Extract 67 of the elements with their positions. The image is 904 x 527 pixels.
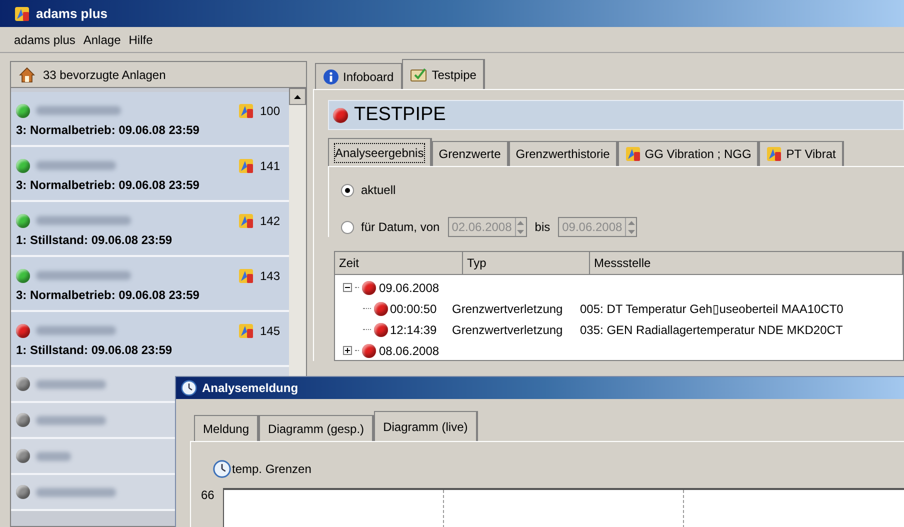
- tab[interactable]: Analyseergebnis: [328, 138, 432, 166]
- home-icon: [19, 66, 35, 82]
- expand-icon[interactable]: [343, 346, 352, 355]
- table-cell-text: 035: GEN Radiallagertemperatur NDE MKD20CT: [580, 322, 843, 338]
- app-icon: [624, 146, 641, 162]
- column-header[interactable]: Messstelle: [590, 252, 903, 275]
- menu-item[interactable]: Anlage: [83, 30, 121, 48]
- board-icon: [410, 66, 428, 82]
- column-header[interactable]: Zeit: [335, 252, 463, 275]
- table-cell-text: 12:14:39: [390, 322, 438, 338]
- plant-item[interactable]: 142 1: Stillstand: 09.06.08 23:59: [11, 202, 289, 257]
- tab[interactable]: GG Vibration ; NGG: [618, 141, 760, 166]
- app-icon: [238, 158, 254, 174]
- plant-status: 3: Normalbetrieb: 09.06.08 23:59: [16, 176, 200, 192]
- plant-count: 141: [260, 158, 282, 174]
- table-cell-text: 00:00:50: [390, 300, 438, 318]
- tab[interactable]: Meldung: [194, 415, 260, 441]
- temp-limits-toggle[interactable]: temp. Grenzen: [213, 460, 904, 478]
- app-icon: [238, 268, 254, 284]
- tree-row[interactable]: 12:14:39 Grenzwertverletzung 035: GEN Radiallagertemperatur NDE MKD20CT: [343, 319, 903, 340]
- plant-status: 1: Stillstand: 09.06.08 23:59: [16, 342, 174, 358]
- app-icon: [238, 102, 254, 118]
- app-icon: [14, 6, 30, 22]
- plant-item[interactable]: 143 3: Normalbetrieb: 09.06.08 23:59: [11, 257, 289, 312]
- collapse-icon[interactable]: [343, 283, 352, 292]
- column-header[interactable]: Typ: [463, 252, 590, 275]
- tree-row[interactable]: 00:00:50 Grenzwertverletzung 005: DT Temperatur Geh▯useoberteil MAA10CT0: [343, 298, 903, 319]
- app-icon: [766, 146, 782, 162]
- plant-status: 1: Stillstand: 09.06.08 23:59: [16, 232, 174, 248]
- tab[interactable]: Grenzwerthistorie: [508, 141, 618, 166]
- table-cell-text: Grenzwertverletzung: [452, 300, 564, 318]
- menu-item[interactable]: Hilfe: [128, 30, 153, 48]
- app-icon: [238, 322, 254, 338]
- tab[interactable]: Testpipe: [402, 59, 486, 89]
- clock-icon: [213, 460, 231, 478]
- plant-count: 145: [260, 322, 282, 340]
- scroll-up-button[interactable]: [289, 88, 306, 105]
- plant-status: 3: Normalbetrieb: 09.06.08 23:59: [16, 286, 200, 302]
- app-icon: [238, 212, 254, 228]
- blurred-name: [36, 416, 106, 424]
- window-title: adams plus: [36, 4, 108, 23]
- plant-title: TESTPIPE: [354, 102, 446, 127]
- tree-date[interactable]: 08.06.2008: [379, 342, 440, 360]
- up-arrow-icon: [294, 94, 301, 98]
- table-cell-text: Grenzwertverletzung: [452, 322, 564, 338]
- clock-icon: [181, 380, 197, 396]
- tab[interactable]: PT Vibrat: [759, 141, 844, 166]
- plant-count: 100: [260, 102, 282, 120]
- menu-item[interactable]: adams plus: [14, 30, 76, 48]
- plant-count: 142: [260, 212, 282, 230]
- y-axis-tick: 66: [201, 488, 216, 504]
- plant-item[interactable]: 100 3: Normalbetrieb: 09.06.08 23:59: [11, 92, 289, 147]
- blurred-name: [36, 380, 106, 388]
- plant-count: 143: [260, 268, 282, 284]
- dialog-title: Analysemeldung: [202, 380, 298, 397]
- plant-status: 3: Normalbetrieb: 09.06.08 23:59: [16, 122, 200, 138]
- blurred-name: [36, 452, 71, 460]
- tab[interactable]: Diagramm (gesp.): [259, 415, 374, 441]
- table-cell-text: 005: DT Temperatur Geh▯useoberteil MAA10CT0: [580, 300, 844, 318]
- tab[interactable]: Infoboard: [315, 63, 402, 89]
- tab[interactable]: Diagramm (live): [374, 411, 478, 441]
- info-icon: [323, 68, 339, 84]
- tree-date[interactable]: 09.06.2008: [379, 278, 440, 296]
- to-label: bis: [534, 219, 550, 236]
- tab[interactable]: Grenzwerte: [432, 141, 509, 166]
- plant-item[interactable]: 145 1: Stillstand: 09.06.08 23:59: [11, 312, 289, 367]
- plant-item[interactable]: 141 3: Normalbetrieb: 09.06.08 23:59: [11, 147, 289, 202]
